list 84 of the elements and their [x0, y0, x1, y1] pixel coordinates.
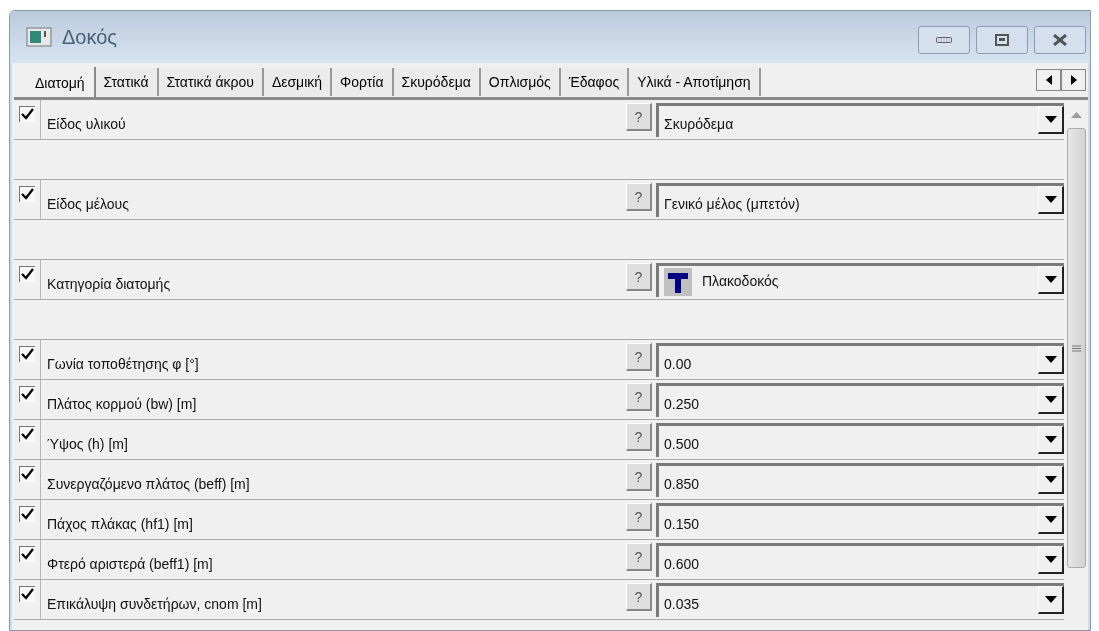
dropdown-value: 0.600 [664, 555, 700, 574]
app-icon [26, 26, 52, 48]
help-button[interactable]: ? [626, 383, 652, 411]
field-label: Είδος υλικού [46, 115, 127, 134]
t-section-icon [664, 267, 692, 296]
help-button[interactable]: ? [626, 463, 652, 491]
scrollbar-thumb[interactable] [1066, 128, 1086, 568]
restore-icon [995, 34, 1009, 46]
checkbox[interactable] [19, 466, 35, 482]
dropdown[interactable]: 0.500 [656, 423, 1064, 457]
dropdown-value: 0.00 [664, 355, 692, 374]
dropdown[interactable]: 0.035 [656, 583, 1064, 617]
dropdown-value: 0.500 [664, 435, 700, 454]
dropdown[interactable]: 0.250 [656, 383, 1064, 417]
tab[interactable]: Σκυρόδεμα [393, 68, 481, 96]
scroll-up-icon [1070, 112, 1082, 118]
dropdown[interactable]: Σκυρόδεμα [656, 103, 1064, 137]
minimize-button[interactable] [918, 26, 970, 54]
caret-icon [1044, 516, 1057, 523]
field-label: Ύψος (h) [m] [46, 435, 129, 454]
field-label: Επικάλυψη συνδετήρων, cnom [m] [46, 595, 263, 614]
help-button[interactable]: ? [626, 263, 652, 291]
right-arrow-icon [1070, 75, 1077, 85]
dropdown[interactable]: 0.150 [656, 503, 1064, 537]
checkbox[interactable] [19, 106, 35, 122]
field-label: Κατηγορία διατομής [46, 275, 172, 294]
checkbox[interactable] [19, 586, 35, 602]
caret-icon [1044, 476, 1057, 483]
tab[interactable]: Στατικά άκρου [158, 68, 264, 96]
caret-icon [1044, 556, 1057, 563]
dropdown[interactable]: 0.850 [656, 463, 1064, 497]
maximize-button[interactable] [976, 26, 1028, 54]
field-label: Φτερό αριστερά (beff1) [m] [46, 555, 214, 574]
caret-icon [1044, 396, 1057, 403]
tab[interactable]: Δεσμική [263, 68, 333, 96]
dropdown-value: 0.035 [664, 595, 700, 614]
field-label: Είδος μέλους [46, 195, 130, 214]
checkbox[interactable] [19, 506, 35, 522]
dropdown-value: Σκυρόδεμα [664, 115, 734, 134]
help-button[interactable]: ? [626, 503, 652, 531]
dropdown[interactable]: 0.00 [656, 343, 1064, 377]
field-label: Συνεργαζόμενο πλάτος (beff) [m] [46, 475, 251, 494]
field-label: Γωνία τοποθέτησης φ [°] [46, 355, 200, 374]
checkbox[interactable] [19, 546, 35, 562]
help-button[interactable]: ? [626, 423, 652, 451]
checkbox[interactable] [19, 186, 35, 202]
tab[interactable]: Έδαφος [560, 68, 630, 96]
help-button[interactable]: ? [626, 543, 652, 571]
close-icon [1052, 34, 1068, 46]
dropdown-value: Γενικό μέλος (μπετόν) [664, 195, 800, 214]
left-arrow-icon [1045, 75, 1052, 85]
dropdown-value: 0.150 [664, 515, 700, 534]
dropdown[interactable]: Πλακοδοκός [656, 263, 1064, 297]
window-title: Δοκός [62, 25, 117, 50]
dropdown-value: Πλακοδοκός [702, 272, 779, 291]
grip-icon [1071, 344, 1081, 352]
caret-icon [1044, 356, 1057, 363]
tab[interactable]: Οπλισμός [480, 68, 561, 96]
dropdown-value: 0.250 [664, 395, 700, 414]
caret-icon [1044, 596, 1057, 603]
help-button[interactable]: ? [626, 343, 652, 371]
help-button[interactable]: ? [626, 103, 652, 131]
help-button[interactable]: ? [626, 583, 652, 611]
tab-scroll-right-button[interactable] [1061, 69, 1086, 91]
caret-icon [1044, 196, 1057, 203]
checkbox[interactable] [19, 426, 35, 442]
help-button[interactable]: ? [626, 183, 652, 211]
checkbox[interactable] [19, 266, 35, 282]
dropdown-value: 0.850 [664, 475, 700, 494]
tab[interactable]: Φορτία [332, 68, 394, 96]
dropdown[interactable]: Γενικό μέλος (μπετόν) [656, 183, 1064, 217]
dropdown[interactable]: 0.600 [656, 543, 1064, 577]
checkbox[interactable] [19, 386, 35, 402]
field-label: Πάχος πλάκας (hf1) [m] [46, 515, 194, 534]
field-label: Πλάτος κορμού (bw) [m] [46, 395, 198, 414]
tab[interactable]: Υλικά - Αποτίμηση [629, 68, 761, 96]
caret-icon [1044, 116, 1057, 123]
caret-icon [1044, 436, 1057, 443]
close-button[interactable] [1034, 26, 1086, 54]
tab-scroll-left-button[interactable] [1036, 69, 1061, 91]
checkbox[interactable] [19, 346, 35, 362]
caret-icon [1044, 276, 1057, 283]
tab[interactable]: Στατικά [95, 68, 159, 96]
minimize-icon [936, 37, 952, 43]
